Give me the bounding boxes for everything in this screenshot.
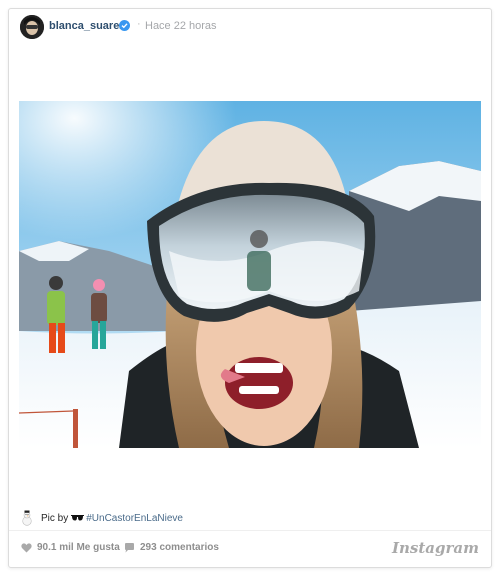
instagram-logo[interactable]: Instagram — [392, 539, 479, 557]
speech-bubble-icon — [125, 542, 134, 552]
instagram-embed-card: blanca_suarez · Hace 22 horas Pic by #Un… — [8, 8, 492, 568]
avatar[interactable] — [20, 15, 44, 39]
verified-badge-icon — [119, 20, 130, 31]
comments-label: 293 comentarios — [140, 542, 219, 553]
footer-divider — [9, 530, 491, 531]
username-link[interactable]: blanca_suarez — [49, 20, 125, 32]
post-photo[interactable] — [19, 101, 481, 448]
likes-label: 90.1 mil Me gusta — [37, 542, 120, 553]
post-header: blanca_suarez · Hace 22 horas — [9, 9, 491, 45]
comments-count[interactable]: 293 comentarios — [124, 542, 219, 553]
post-caption: Pic by #UnCastorEnLaNieve — [19, 510, 183, 526]
heart-icon — [21, 542, 32, 552]
sunglasses-emoji — [71, 515, 85, 521]
hashtag-link[interactable]: #UnCastorEnLaNieve — [86, 513, 183, 524]
separator-dot: · — [137, 18, 141, 30]
snowman-emoji — [22, 510, 32, 526]
caption-prefix: Pic by — [41, 512, 69, 524]
likes-count[interactable]: 90.1 mil Me gusta — [21, 542, 120, 553]
post-timestamp[interactable]: Hace 22 horas — [145, 20, 217, 32]
post-footer: 90.1 mil Me gusta 293 comentarios Instag… — [9, 533, 491, 563]
